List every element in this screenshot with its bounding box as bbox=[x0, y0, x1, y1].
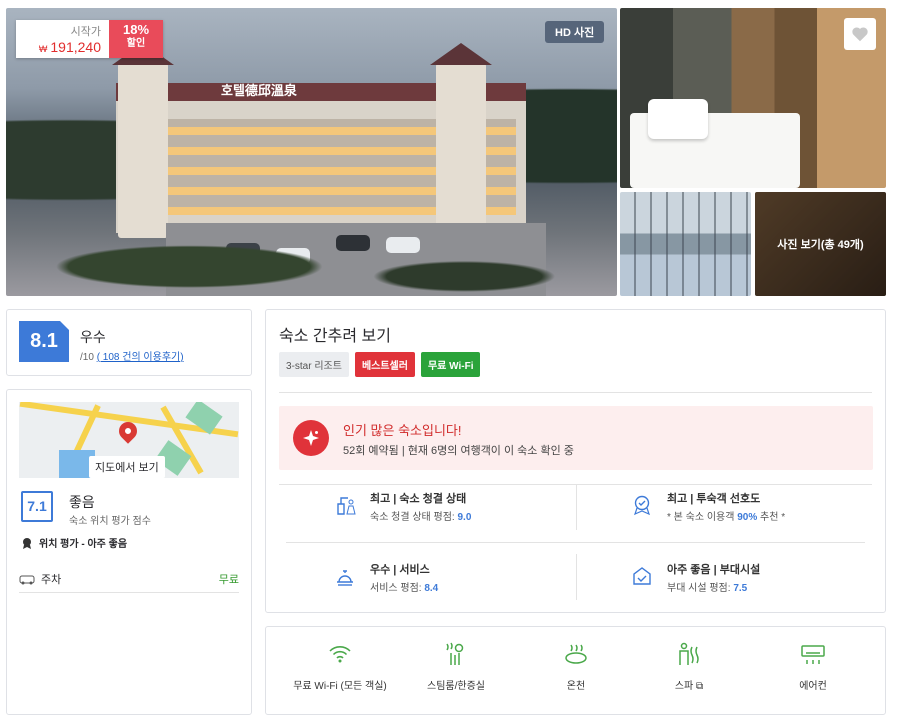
review-score-card: 8.1 우수 /10 ( 108 건의 이용후기) bbox=[6, 309, 252, 376]
more-photos-label[interactable]: 사진 보기(총 49개) bbox=[755, 192, 886, 296]
feature-cleanliness: 최고 | 숙소 청결 상태 숙소 청결 상태 평점: 9.0 bbox=[326, 488, 616, 532]
parking-label: 주차 bbox=[41, 574, 62, 586]
facility-air-conditioner[interactable]: 에어컨 bbox=[753, 641, 873, 692]
service-bell-icon bbox=[337, 570, 353, 586]
favorite-button[interactable] bbox=[844, 18, 876, 50]
chip-free-wifi: 무료 Wi-Fi bbox=[420, 352, 481, 377]
award-icon bbox=[23, 537, 31, 549]
parking-row: 주차 무료 bbox=[19, 571, 239, 593]
popular-sub: 52회 예약됨 | 현재 6명의 여행객이 이 숙소 확인 중 bbox=[343, 445, 574, 457]
facilities-icon bbox=[633, 567, 651, 585]
divider bbox=[286, 542, 865, 543]
room-photo[interactable] bbox=[620, 8, 886, 188]
heart-icon bbox=[852, 27, 868, 42]
feature-service: 우수 | 서비스 서비스 평점: 8.4 bbox=[326, 559, 616, 603]
review-score-word: 우수 bbox=[80, 329, 106, 345]
facilities-card: 무료 Wi-Fi (모든 객실) 스팀룸/한증실 온천 스파 ⧉ 에어컨 bbox=[265, 626, 886, 715]
location-card: 지도에서 보기 7.1 좋음 숙소 위치 평가 점수 위치 평가 - 아주 좋음… bbox=[6, 389, 252, 715]
hd-photo-badge[interactable]: HD 사진 bbox=[545, 21, 605, 43]
parking-icon bbox=[19, 575, 35, 585]
pool-photo[interactable] bbox=[620, 192, 751, 296]
chip-bestseller: 베스트셀러 bbox=[354, 352, 415, 377]
reviews-link[interactable]: ( 108 건의 이용후기) bbox=[97, 352, 184, 363]
facility-hot-spring[interactable]: 온천 bbox=[516, 641, 636, 692]
more-photos-tile[interactable]: 사진 보기(총 49개) bbox=[755, 192, 886, 296]
trees-foreground bbox=[6, 198, 617, 296]
steam-room-icon bbox=[446, 642, 464, 665]
location-highlight: 위치 평가 - 아주 좋음 bbox=[21, 535, 127, 550]
bed bbox=[630, 99, 800, 188]
main-hotel-photo[interactable]: 호텔德邱溫泉 시작가 ₩191,240 18% 할인 HD 사진 bbox=[6, 8, 617, 296]
feature-facilities: 아주 좋음 | 부대시설 부대 시설 평점: 7.5 bbox=[623, 559, 898, 603]
parking-value: 무료 bbox=[218, 574, 239, 586]
facility-spa[interactable]: 스파 ⧉ bbox=[629, 641, 749, 692]
sparkle-icon bbox=[293, 420, 329, 456]
divider bbox=[279, 392, 872, 393]
map-thumbnail[interactable]: 지도에서 보기 bbox=[19, 402, 239, 478]
recommend-badge-icon bbox=[634, 495, 650, 516]
wifi-icon bbox=[329, 646, 351, 663]
feature-guest-preference: 최고 | 투숙객 선호도 * 본 숙소 이용객 90% 추천 * bbox=[623, 488, 898, 532]
facility-steam-room[interactable]: 스팀룸/한증실 bbox=[396, 641, 516, 692]
review-score-sub: /10 ( 108 건의 이용후기) bbox=[80, 352, 184, 363]
summary-chips: 3-star 리조트 베스트셀러 무료 Wi-Fi bbox=[279, 352, 481, 377]
air-conditioner-icon bbox=[801, 645, 825, 664]
price-label: 시작가 bbox=[70, 26, 101, 38]
review-score-badge: 8.1 bbox=[19, 321, 69, 362]
photo-gallery: 호텔德邱溫泉 시작가 ₩191,240 18% 할인 HD 사진 사진 보기(총… bbox=[6, 8, 886, 296]
location-score-sub: 숙소 위치 평가 점수 bbox=[69, 516, 151, 527]
spa-icon bbox=[679, 642, 699, 665]
location-score-word: 좋음 bbox=[69, 494, 95, 510]
facility-wifi[interactable]: 무료 Wi-Fi (모든 객실) bbox=[280, 641, 400, 692]
chip-star-rating: 3-star 리조트 bbox=[279, 352, 349, 377]
discount-badge: 18% 할인 bbox=[109, 20, 163, 58]
price-badge: 시작가 ₩191,240 18% 할인 bbox=[16, 20, 163, 58]
hot-spring-icon bbox=[565, 644, 587, 664]
popular-banner: 인기 많은 숙소입니다! 52회 예약됨 | 현재 6명의 여행객이 이 숙소 … bbox=[279, 406, 873, 470]
summary-title: 숙소 간추려 보기 bbox=[279, 328, 391, 345]
popular-title: 인기 많은 숙소입니다! bbox=[343, 423, 462, 438]
hotel-sign: 호텔德邱溫泉 bbox=[221, 84, 297, 99]
location-score-badge: 7.1 bbox=[21, 491, 53, 522]
view-on-map-button[interactable]: 지도에서 보기 bbox=[89, 456, 165, 478]
property-summary-card: 숙소 간추려 보기 3-star 리조트 베스트셀러 무료 Wi-Fi 인기 많… bbox=[265, 309, 886, 613]
price-value: ₩191,240 bbox=[38, 39, 101, 55]
cleaning-icon bbox=[337, 497, 356, 515]
